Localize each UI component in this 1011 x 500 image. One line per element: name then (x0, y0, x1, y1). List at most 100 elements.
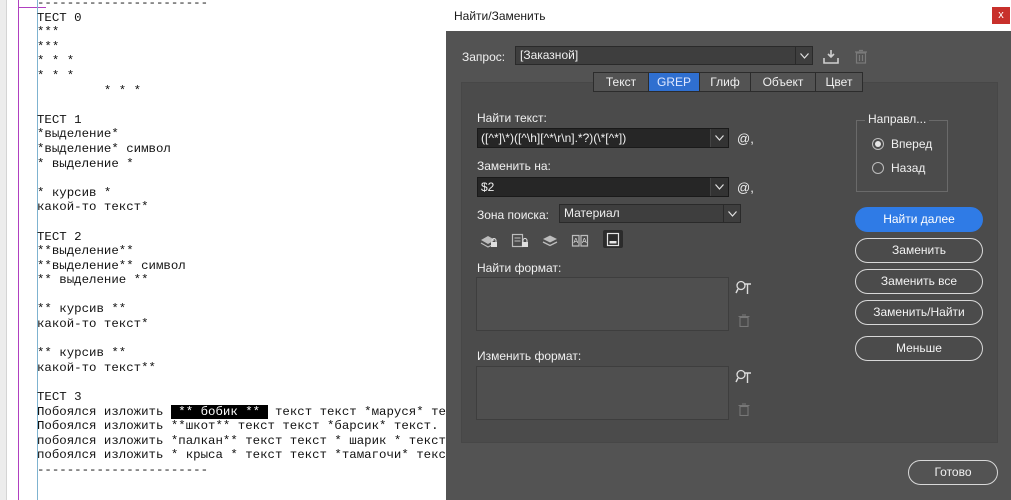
text-line: ** курсив ** (37, 302, 442, 317)
query-value: [Заказной] (520, 48, 579, 62)
text-line (37, 98, 442, 113)
hidden-layers-icon[interactable] (540, 231, 560, 249)
text-line (37, 288, 442, 303)
trash-icon[interactable] (736, 401, 752, 417)
tab-glyph[interactable]: Глиф (699, 72, 750, 92)
tab-object[interactable]: Объект (750, 72, 815, 92)
change-format-box[interactable] (476, 366, 729, 420)
chevron-down-icon[interactable] (710, 129, 728, 147)
chevron-down-icon (795, 47, 812, 64)
text-document[interactable]: ----------------------- ТЕСТ 0 *** *** * * *… (0, 0, 446, 500)
find-format-box[interactable] (476, 277, 729, 331)
text-line (37, 171, 442, 186)
text-run: * * * (37, 68, 75, 83)
text-line: Побоялся изложить **шкот** текст текст *… (37, 419, 442, 434)
tab-color[interactable]: Цвет (815, 72, 863, 92)
text-line: побоялся изложить *палкан** текст текст … (37, 434, 446, 449)
close-button[interactable]: x (992, 7, 1010, 24)
format-settings-icon[interactable] (734, 279, 754, 295)
text-run: какой-то текст* (37, 317, 149, 332)
text-run: какой-то текст* (37, 200, 149, 215)
query-select[interactable]: [Заказной] (515, 46, 813, 65)
radio-forward-label[interactable]: Вперед (891, 137, 932, 151)
selected-text: ** бобик ** (170, 404, 268, 419)
replace-value: $2 (481, 180, 495, 194)
text-line: * * * (37, 69, 442, 84)
text-line: ТЕСТ 1 (37, 113, 442, 128)
text-line: **выделение** символ (37, 259, 442, 274)
find-next-button[interactable]: Найти далее (855, 207, 983, 232)
replace-input[interactable]: $2 (477, 177, 729, 197)
replace-find-button[interactable]: Заменить/Найти (855, 300, 983, 325)
text-run: *выделение* (37, 127, 119, 142)
text-line: ** выделение ** (37, 273, 442, 288)
text-line: побоялся изложить * крыса * текст текст … (37, 448, 446, 463)
text-run: * * * (37, 83, 142, 98)
change-format-label: Изменить формат: (477, 349, 582, 363)
text-line (37, 332, 442, 347)
vertical-ruler (0, 0, 7, 500)
done-button[interactable]: Готово (908, 460, 998, 485)
text-run: текст текст *маруся* текст. (274, 404, 446, 419)
text-line: * выделение * (37, 157, 442, 172)
text-run: ** курсив ** (37, 302, 127, 317)
text-run: ТЕСТ 0 (37, 10, 82, 25)
find-text-value: ([^*]\*)([^\h][^*\r\n].*?)(\*[^*]) (481, 131, 627, 145)
text-run: * выделение * (37, 156, 134, 171)
find-text-label: Найти текст: (477, 111, 547, 125)
text-line: * курсив * (37, 186, 442, 201)
find-format-label: Найти формат: (477, 261, 562, 275)
query-label: Запрос: (462, 50, 506, 64)
text-line: * * * (37, 84, 442, 99)
text-line: * * * (37, 54, 442, 69)
direction-group: Направл... (856, 112, 948, 192)
text-run: ** курсив ** (37, 346, 127, 361)
locked-stories-icon[interactable] (510, 231, 530, 249)
radio-backward-label[interactable]: Назад (891, 161, 925, 175)
text-line: **выделение** (37, 244, 442, 259)
text-line: какой-то текст* (37, 317, 442, 332)
save-query-icon[interactable] (822, 47, 840, 65)
replace-all-button[interactable]: Заменить все (855, 269, 983, 294)
text-line: какой-то текст** (37, 361, 442, 376)
search-scope-select[interactable]: Материал (559, 204, 741, 223)
search-scope-label: Зона поиска: (477, 208, 549, 222)
text-line: *выделение* (37, 127, 442, 142)
text-line: ТЕСТ 0 (37, 11, 442, 26)
fewer-options-button[interactable]: Меньше (855, 336, 983, 361)
special-characters-icon[interactable]: @, (737, 131, 754, 146)
tab-bar: Текст GREP Глиф Объект Цвет (593, 72, 863, 92)
svg-text:A: A (582, 238, 587, 245)
dialog-titlebar[interactable]: Найти/Заменить x (446, 0, 1011, 31)
text-run: **выделение** символ (37, 258, 186, 273)
format-settings-icon[interactable] (734, 368, 754, 384)
find-replace-dialog: Найти/Заменить x Запрос: [Заказной] Текс… (446, 0, 1011, 500)
special-characters-icon[interactable]: @, (737, 180, 754, 195)
footnotes-icon[interactable] (603, 230, 623, 248)
text-line: *** (37, 40, 442, 55)
text-run: ** выделение ** (37, 273, 149, 288)
text-line: ТЕСТ 2 (37, 230, 442, 245)
text-line: ТЕСТ 3 (37, 390, 442, 405)
tab-grep[interactable]: GREP (648, 72, 699, 92)
text-line (37, 215, 442, 230)
locked-layers-icon[interactable] (479, 231, 499, 249)
text-line: Побоялся изложить ** бобик ** текст текс… (37, 404, 446, 420)
text-run: *** (37, 39, 60, 54)
trash-icon[interactable] (736, 312, 752, 328)
text-run: ----------------------- (37, 0, 209, 10)
text-line: ----------------------- (37, 0, 442, 11)
radio-forward[interactable] (872, 138, 884, 150)
chevron-down-icon[interactable] (710, 178, 728, 196)
text-line: *выделение* символ (37, 142, 442, 157)
trash-icon[interactable] (852, 47, 870, 65)
text-run: ТЕСТ 1 (37, 112, 82, 127)
text-frame[interactable]: ----------------------- ТЕСТ 0 *** *** * * *… (37, 0, 446, 478)
radio-backward[interactable] (872, 162, 884, 174)
master-pages-icon[interactable]: AA (570, 231, 590, 249)
dialog-title: Найти/Заменить (454, 9, 546, 23)
tab-text[interactable]: Текст (593, 72, 648, 92)
find-text-input[interactable]: ([^*]\*)([^\h][^*\r\n].*?)(\*[^*]) (477, 128, 729, 148)
text-run: Побоялся изложить **шкот** текст текст *… (37, 419, 439, 434)
replace-button[interactable]: Заменить (855, 238, 983, 263)
